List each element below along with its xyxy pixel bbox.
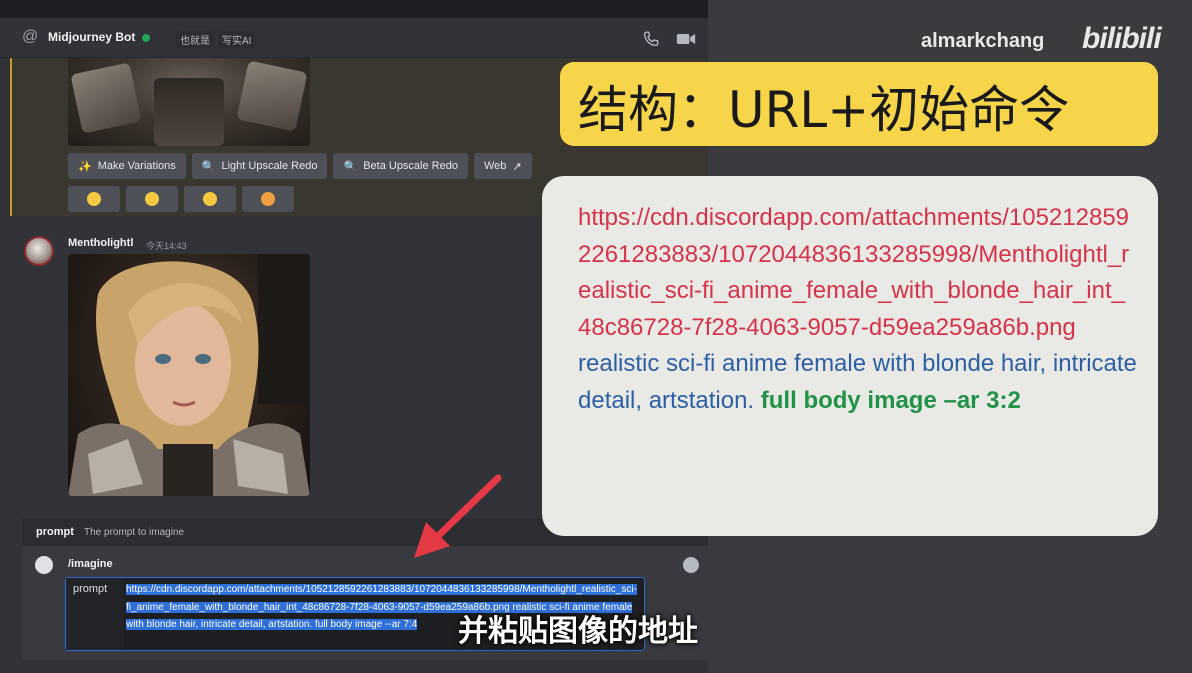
window-strip [0,0,708,18]
phone-call-icon[interactable] [642,30,660,48]
light-upscale-redo-button[interactable]: 🔍 Light Upscale Redo [191,153,328,179]
uploader-watermark: almarkchang [921,30,1045,52]
page-title: 结构：URL+初始命令 [578,81,1070,139]
image-url-text: https://cdn.discordapp.com/attachments/1… [578,204,1130,341]
video-call-icon[interactable] [676,31,696,47]
message-author[interactable]: Mentholightl [68,237,133,249]
heart-eyes-face-icon [261,192,275,206]
generated-portrait-image[interactable] [68,254,310,496]
reaction-row [68,186,294,212]
unamused-face-icon [145,192,159,206]
sparkle-icon: ✨ [78,160,92,173]
make-variations-button[interactable]: ✨ Make Variations [68,153,186,179]
header-tag: 也就是 [176,31,214,48]
tired-face-icon [87,192,101,206]
smiley-face-icon [203,192,217,206]
message-timestamp: 今天14:43 [146,241,187,251]
hint-key: prompt [36,526,74,538]
at-icon: @ [22,28,39,45]
channel-name[interactable]: Midjourney Bot [48,30,135,44]
command-name: /imagine [68,558,113,570]
online-status-icon [142,34,150,42]
title-banner: 结构：URL+初始命令 [560,62,1158,146]
structure-card: https://cdn.discordapp.com/attachments/1… [542,176,1158,536]
magnifier-icon: 🔍 [343,160,358,173]
bot-command-icon [35,556,53,574]
generated-image-preview[interactable] [68,58,310,146]
red-arrow-icon [414,474,502,558]
hint-description: The prompt to imagine [84,527,185,538]
structure-text: https://cdn.discordapp.com/attachments/1… [578,200,1138,419]
channel-header: @ Midjourney Bot 也就是 写实AI [0,0,708,58]
avatar[interactable] [24,236,54,266]
action-button-row: ✨ Make Variations 🔍 Light Upscale Redo 🔍 Be… [68,153,532,179]
header-tag: 写实AI [218,31,256,48]
magnifier-icon: 🔍 [201,160,216,173]
external-link-icon: ↗ [512,160,522,173]
option-label: prompt [66,578,124,650]
reaction-unamused-button[interactable] [126,186,178,212]
video-subtitle: 并粘贴图像的地址 [458,614,698,649]
emoji-picker-icon[interactable] [683,557,699,573]
beta-upscale-redo-button[interactable]: 🔍 Beta Upscale Redo [333,153,468,179]
web-link-button[interactable]: Web ↗ [473,153,532,179]
bilibili-logo: bilibili [1082,22,1162,55]
reaction-tired-button[interactable] [68,186,120,212]
prompt-params-text: full body image –ar 3:2 [760,386,1021,414]
reaction-smiley-button[interactable] [184,186,236,212]
reaction-heart-eyes-button[interactable] [242,186,294,212]
